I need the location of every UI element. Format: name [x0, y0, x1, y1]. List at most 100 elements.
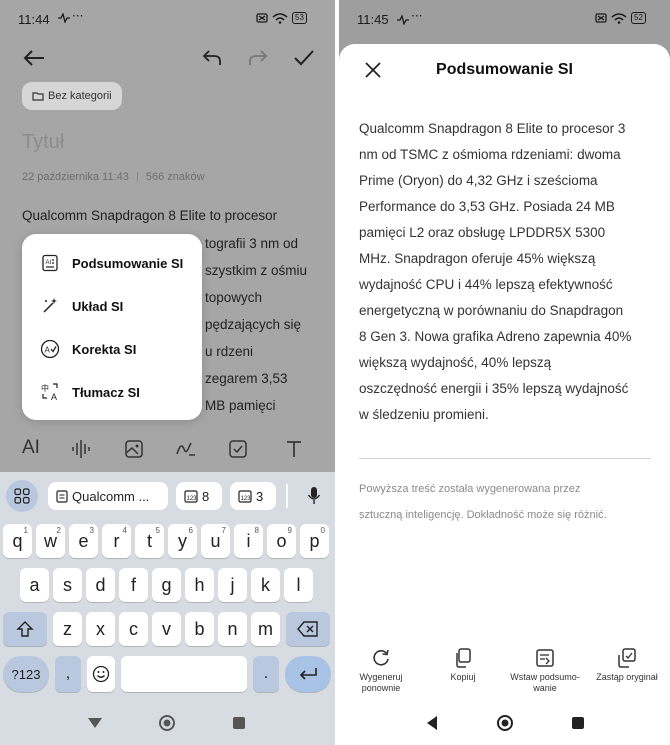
- ai-format-button[interactable]: AI: [22, 437, 40, 459]
- key-g[interactable]: g: [152, 568, 181, 602]
- nav-recents-icon[interactable]: [228, 712, 250, 734]
- nav-recents-icon[interactable]: [567, 712, 589, 734]
- nav-back-icon[interactable]: [84, 712, 106, 734]
- menu-item-label: Układ SI: [72, 298, 124, 314]
- note-meta: 22 października 11:43 566 znaków: [22, 171, 205, 183]
- key-r[interactable]: r4: [102, 524, 131, 558]
- status-time: 11:45: [357, 12, 389, 27]
- symbols-key[interactable]: ?123: [3, 656, 49, 692]
- redo-icon[interactable]: [244, 44, 272, 72]
- keyboard: Qualcomm ... 123 8 123 3 q1 w2 e3 r4 t5 …: [0, 472, 335, 745]
- key-l[interactable]: l: [284, 568, 313, 602]
- status-time: 11:44: [18, 12, 50, 27]
- check-icon[interactable]: [290, 44, 318, 72]
- key-k[interactable]: k: [251, 568, 280, 602]
- summary-line: w śledzeniu promieni.: [359, 407, 489, 422]
- copy-icon: [423, 646, 503, 670]
- action-label: ponownie: [361, 683, 401, 693]
- backspace-key[interactable]: [286, 612, 330, 646]
- note-body-line-2[interactable]: tografii 3 nm od: [205, 236, 298, 251]
- key-t[interactable]: t5: [135, 524, 164, 558]
- emoji-icon: [92, 665, 110, 683]
- nav-back-icon[interactable]: [421, 712, 443, 734]
- key-e[interactable]: e3: [69, 524, 98, 558]
- note-title-placeholder[interactable]: Tytuł: [22, 131, 64, 154]
- ai-summary-screen: 11:45 ⋅⋅⋅ 52 Podsumowanie SI Qualcomm Sn…: [339, 0, 670, 745]
- nav-home-icon[interactable]: [494, 712, 516, 734]
- key-p[interactable]: p0: [300, 524, 329, 558]
- key-i[interactable]: i8: [234, 524, 263, 558]
- undo-icon[interactable]: [198, 44, 226, 72]
- draw-icon[interactable]: [174, 437, 198, 461]
- back-arrow-icon[interactable]: [20, 44, 48, 72]
- comma-key[interactable]: ,: [55, 656, 81, 692]
- microphone-icon[interactable]: [302, 482, 326, 510]
- action-label: Wstaw podsumo-: [510, 672, 580, 682]
- key-n[interactable]: n: [218, 612, 247, 646]
- apps-grid-icon[interactable]: [6, 480, 38, 512]
- note-editor-screen: 11:44 ⋅⋅⋅ 53 Bez kategorii Tytuł 22 paźd…: [0, 0, 335, 745]
- replace-icon: [587, 646, 667, 670]
- emoji-key[interactable]: [87, 656, 115, 692]
- key-y[interactable]: y6: [168, 524, 197, 558]
- insert-summary-button[interactable]: Wstaw podsumo- wanie: [505, 646, 585, 694]
- note-body-line-8[interactable]: MB pamięci: [205, 398, 276, 413]
- folder-icon: [32, 92, 44, 101]
- key-a[interactable]: a: [20, 568, 49, 602]
- key-v[interactable]: v: [152, 612, 181, 646]
- key-s[interactable]: s: [53, 568, 82, 602]
- wifi-icon: [272, 12, 288, 24]
- number-suggestion[interactable]: 123 8: [176, 482, 222, 510]
- meta-divider: [136, 172, 138, 182]
- clipboard-suggestion[interactable]: Qualcomm ...: [48, 482, 168, 510]
- summary-line: MHz. Snapdragon oferuje 45% większą: [359, 251, 596, 266]
- summary-line: pamięci L2 oraz obsługę LPDDR5X 5300: [359, 225, 606, 240]
- note-body-line-3[interactable]: szystkim z ośmiu: [205, 263, 307, 278]
- summary-icon: AI: [38, 251, 62, 275]
- svg-text:中: 中: [41, 383, 49, 393]
- number-suggestion[interactable]: 123 3: [230, 482, 276, 510]
- sim-off-icon: [256, 13, 268, 23]
- copy-button[interactable]: Kopiuj: [423, 646, 503, 683]
- summary-line: Prime (Oryon) do 4,32 GHz i sześcioma: [359, 173, 598, 188]
- note-body-line-7[interactable]: zegarem 3,53: [205, 371, 288, 386]
- checkbox-icon[interactable]: [226, 437, 250, 461]
- key-m[interactable]: m: [251, 612, 280, 646]
- enter-key[interactable]: [285, 656, 331, 692]
- replace-original-button[interactable]: Zastąp oryginał: [587, 646, 667, 683]
- audio-icon[interactable]: [70, 437, 94, 461]
- period-key[interactable]: .: [253, 656, 279, 692]
- menu-item-ai-proofread[interactable]: A Korekta SI: [22, 329, 202, 369]
- key-h[interactable]: h: [185, 568, 214, 602]
- disclaimer-line: sztuczną inteligencję. Dokładność może s…: [359, 509, 607, 521]
- nav-home-icon[interactable]: [156, 712, 178, 734]
- key-q[interactable]: q1: [3, 524, 32, 558]
- key-w[interactable]: w2: [36, 524, 65, 558]
- regenerate-button[interactable]: Wygeneruj ponownie: [341, 646, 421, 694]
- menu-item-ai-layout[interactable]: Układ SI: [22, 286, 202, 326]
- key-x[interactable]: x: [86, 612, 115, 646]
- suggestion-label: 3: [256, 488, 264, 504]
- space-key[interactable]: [121, 656, 247, 692]
- key-c[interactable]: c: [119, 612, 148, 646]
- menu-item-ai-translate[interactable]: 中A Tłumacz SI: [22, 372, 202, 412]
- key-j[interactable]: j: [218, 568, 247, 602]
- menu-item-ai-summary[interactable]: AI Podsumowanie SI: [22, 243, 202, 283]
- image-icon[interactable]: [122, 437, 146, 461]
- summary-text[interactable]: Qualcomm Snapdragon 8 Elite to procesor …: [359, 116, 664, 428]
- status-icons: 53: [256, 12, 307, 24]
- note-body-line-1[interactable]: Qualcomm Snapdragon 8 Elite to procesor: [22, 208, 277, 223]
- key-o[interactable]: o9: [267, 524, 296, 558]
- text-format-icon[interactable]: [282, 437, 306, 461]
- menu-item-label: Podsumowanie SI: [72, 255, 184, 271]
- key-u[interactable]: u7: [201, 524, 230, 558]
- key-z[interactable]: z: [53, 612, 82, 646]
- shift-key[interactable]: [3, 612, 47, 646]
- note-body-line-5[interactable]: pędzających się: [205, 317, 301, 332]
- key-d[interactable]: d: [86, 568, 115, 602]
- note-body-line-4[interactable]: topowych: [205, 290, 262, 305]
- key-b[interactable]: b: [185, 612, 214, 646]
- note-body-line-6[interactable]: u rdzeni: [205, 344, 253, 359]
- key-f[interactable]: f: [119, 568, 148, 602]
- category-chip[interactable]: Bez kategorii: [22, 82, 122, 110]
